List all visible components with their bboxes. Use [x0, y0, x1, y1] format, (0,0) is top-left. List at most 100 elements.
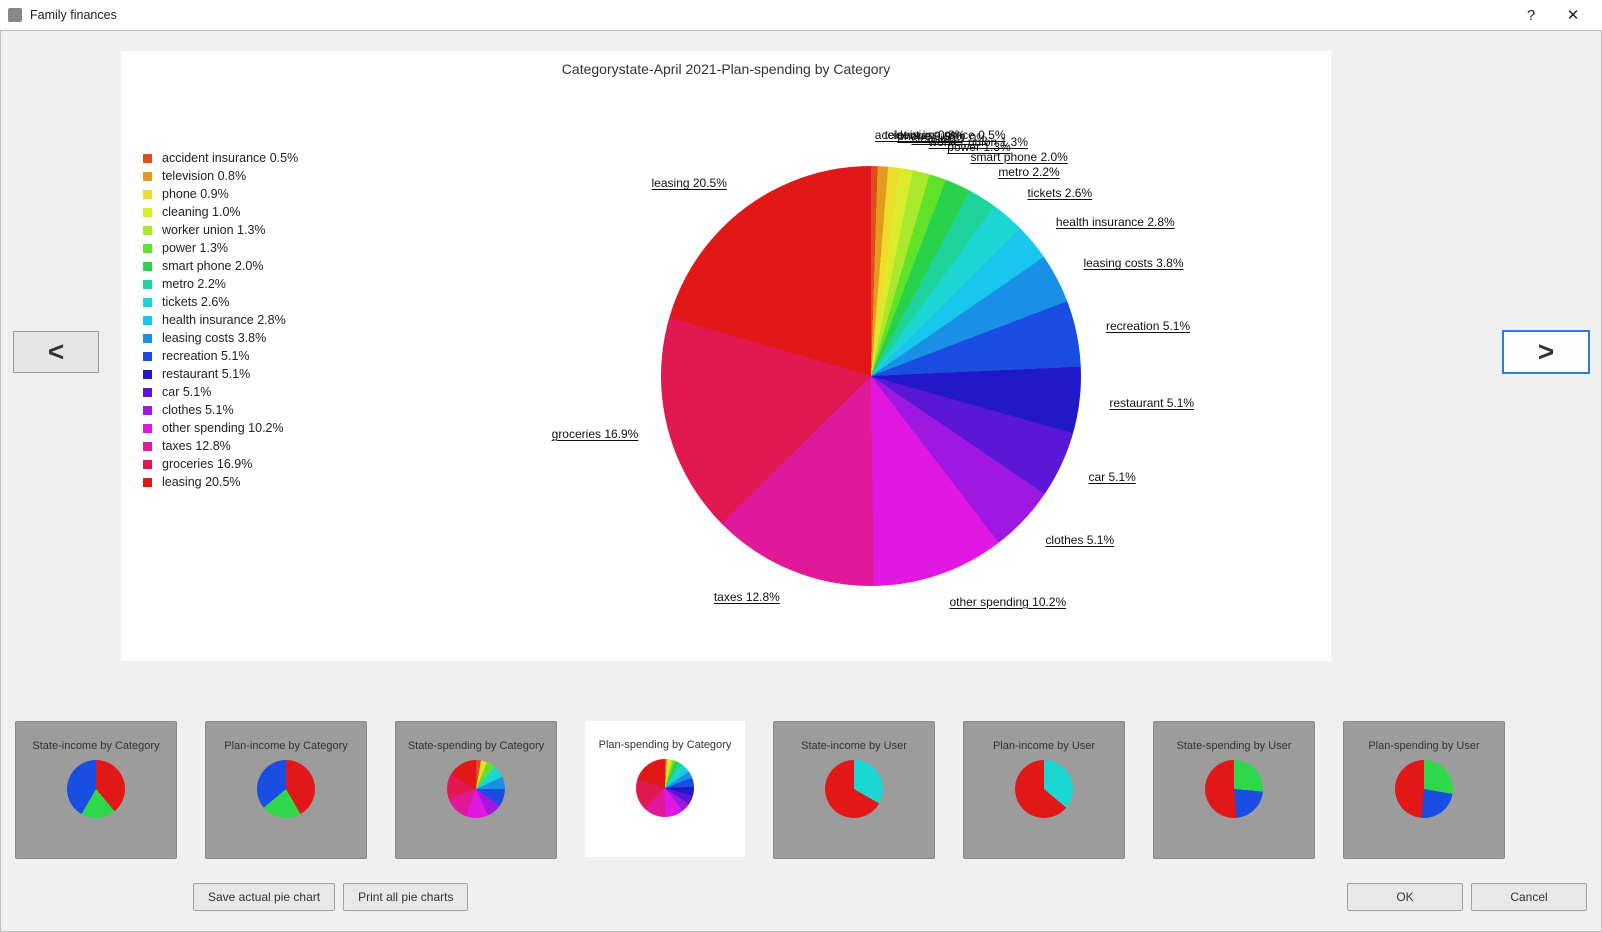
legend: accident insurance 0.5% television 0.8% ph…: [143, 151, 298, 493]
thumbnail[interactable]: State-spending by User: [1153, 721, 1315, 859]
legend-label: cleaning 1.0%: [162, 205, 241, 219]
legend-swatch: [143, 190, 152, 199]
legend-swatch: [143, 442, 152, 451]
legend-swatch: [143, 262, 152, 271]
titlebar: Family finances ? ✕: [0, 0, 1602, 31]
legend-item: metro 2.2%: [143, 277, 298, 291]
help-button[interactable]: ?: [1510, 0, 1552, 30]
legend-item: phone 0.9%: [143, 187, 298, 201]
thumbnail-title: State-spending by Category: [408, 740, 544, 752]
legend-swatch: [143, 172, 152, 181]
legend-item: car 5.1%: [143, 385, 298, 399]
legend-swatch: [143, 478, 152, 487]
thumbnail[interactable]: Plan-income by User: [963, 721, 1125, 859]
chart-title: Categorystate-April 2021-Plan-spending b…: [121, 51, 1331, 77]
legend-label: smart phone 2.0%: [162, 259, 263, 273]
thumbnail-title: Plan-income by User: [993, 740, 1095, 752]
thumbnail-pie: [257, 760, 315, 818]
legend-label: recreation 5.1%: [162, 349, 250, 363]
slice-label: smart phone 2.0%: [970, 150, 1067, 164]
thumbnail-title: Plan-income by Category: [224, 740, 348, 752]
thumbnail-pie: [447, 760, 505, 818]
legend-swatch: [143, 352, 152, 361]
legend-label: leasing costs 3.8%: [162, 331, 266, 345]
legend-swatch: [143, 406, 152, 415]
legend-label: phone 0.9%: [162, 187, 229, 201]
legend-label: other spending 10.2%: [162, 421, 284, 435]
slice-label: groceries 16.9%: [552, 427, 639, 441]
next-button[interactable]: >: [1503, 331, 1589, 373]
window-title: Family finances: [30, 8, 117, 22]
legend-item: other spending 10.2%: [143, 421, 298, 435]
thumbnail-pie: [1395, 760, 1453, 818]
legend-label: tickets 2.6%: [162, 295, 229, 309]
thumbnail-pie: [67, 760, 125, 818]
slice-label: leasing 20.5%: [652, 176, 727, 190]
legend-item: recreation 5.1%: [143, 349, 298, 363]
legend-label: worker union 1.3%: [162, 223, 266, 237]
footer: Save actual pie chart Print all pie char…: [1, 871, 1601, 931]
legend-item: power 1.3%: [143, 241, 298, 255]
legend-label: metro 2.2%: [162, 277, 226, 291]
legend-label: groceries 16.9%: [162, 457, 252, 471]
slice-label: leasing costs 3.8%: [1083, 256, 1183, 270]
slice-label: car 5.1%: [1088, 470, 1135, 484]
prev-button[interactable]: <: [13, 331, 99, 373]
save-chart-button[interactable]: Save actual pie chart: [193, 883, 335, 911]
legend-item: television 0.8%: [143, 169, 298, 183]
thumbnail-title: Plan-spending by Category: [599, 739, 732, 751]
legend-swatch: [143, 316, 152, 325]
close-button[interactable]: ✕: [1552, 0, 1594, 30]
cancel-button[interactable]: Cancel: [1471, 883, 1587, 911]
dialog-content: Categorystate-April 2021-Plan-spending b…: [0, 30, 1602, 932]
legend-item: leasing costs 3.8%: [143, 331, 298, 345]
legend-item: restaurant 5.1%: [143, 367, 298, 381]
app-icon: [8, 8, 22, 22]
slice-label: tickets 2.6%: [1027, 186, 1092, 200]
legend-item: accident insurance 0.5%: [143, 151, 298, 165]
print-charts-button[interactable]: Print all pie charts: [343, 883, 468, 911]
legend-label: restaurant 5.1%: [162, 367, 250, 381]
slice-label: taxes 12.8%: [714, 590, 780, 604]
legend-swatch: [143, 370, 152, 379]
thumbnail-title: State-income by Category: [32, 740, 159, 752]
legend-swatch: [143, 280, 152, 289]
legend-swatch: [143, 460, 152, 469]
legend-swatch: [143, 334, 152, 343]
legend-swatch: [143, 244, 152, 253]
thumbnail[interactable]: State-spending by Category: [395, 721, 557, 859]
legend-swatch: [143, 226, 152, 235]
thumbnail[interactable]: Plan-spending by User: [1343, 721, 1505, 859]
thumbnail-strip: State-income by Category Plan-income by C…: [15, 721, 1587, 857]
thumbnail-pie: [825, 760, 883, 818]
thumbnail[interactable]: Plan-income by Category: [205, 721, 367, 859]
legend-swatch: [143, 208, 152, 217]
legend-item: leasing 20.5%: [143, 475, 298, 489]
legend-item: tickets 2.6%: [143, 295, 298, 309]
thumbnail-title: State-income by User: [801, 740, 907, 752]
thumbnail[interactable]: Plan-spending by Category: [585, 721, 745, 857]
legend-label: car 5.1%: [162, 385, 211, 399]
legend-label: accident insurance 0.5%: [162, 151, 298, 165]
legend-item: groceries 16.9%: [143, 457, 298, 471]
thumbnail-title: Plan-spending by User: [1368, 740, 1479, 752]
chart-panel: Categorystate-April 2021-Plan-spending b…: [121, 51, 1331, 661]
thumbnail[interactable]: State-income by Category: [15, 721, 177, 859]
slice-label: restaurant 5.1%: [1109, 396, 1194, 410]
legend-label: taxes 12.8%: [162, 439, 231, 453]
ok-button[interactable]: OK: [1347, 883, 1463, 911]
legend-swatch: [143, 298, 152, 307]
legend-label: clothes 5.1%: [162, 403, 234, 417]
legend-item: worker union 1.3%: [143, 223, 298, 237]
legend-label: health insurance 2.8%: [162, 313, 286, 327]
legend-label: power 1.3%: [162, 241, 228, 255]
legend-item: health insurance 2.8%: [143, 313, 298, 327]
slice-label: clothes 5.1%: [1045, 533, 1114, 547]
slice-label: metro 2.2%: [998, 165, 1059, 179]
thumbnail[interactable]: State-income by User: [773, 721, 935, 859]
thumbnail-pie: [1205, 760, 1263, 818]
legend-swatch: [143, 388, 152, 397]
legend-label: television 0.8%: [162, 169, 246, 183]
legend-item: cleaning 1.0%: [143, 205, 298, 219]
legend-swatch: [143, 424, 152, 433]
